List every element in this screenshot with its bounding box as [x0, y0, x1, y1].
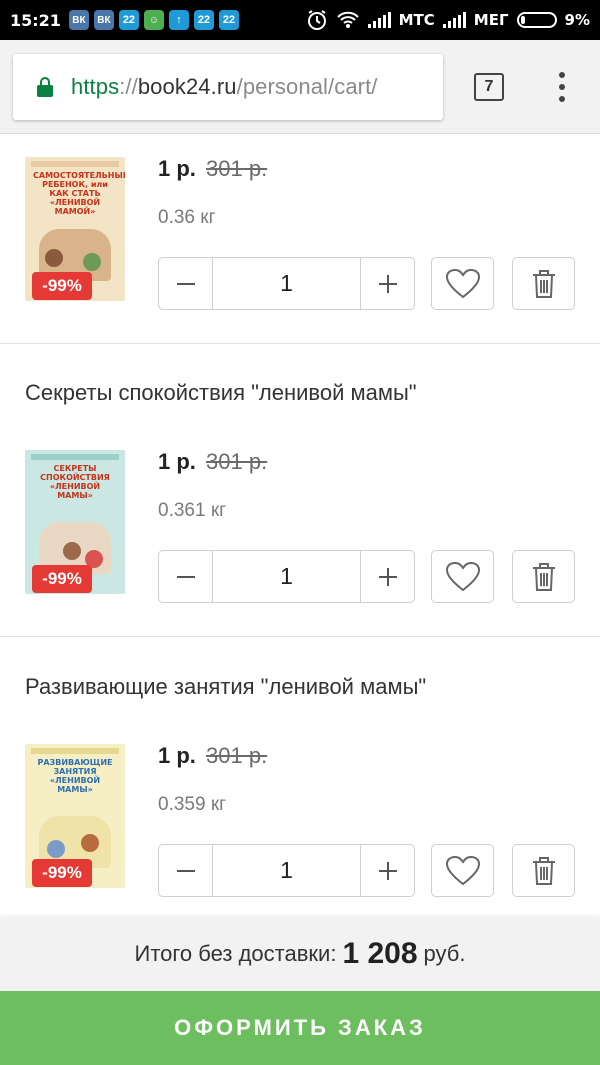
quantity-input[interactable]: 1: [212, 845, 361, 896]
wifi-icon: [336, 11, 359, 28]
battery-percent: 9%: [564, 11, 590, 29]
price: 1 р. 301 р.: [158, 449, 268, 474]
heart-icon: [445, 561, 480, 591]
item-weight: 0.361 кг: [158, 500, 227, 521]
total-amount: 1 208: [342, 937, 418, 970]
total-currency: руб.: [423, 941, 466, 966]
trash-icon: [532, 562, 555, 591]
favorite-button[interactable]: [431, 257, 494, 310]
status-bar: 15:21 ВК ВК 22 ☺ ↑ 22 22 МТС МЕГ 9%: [0, 0, 600, 40]
price: 1 р. 301 р.: [158, 156, 268, 181]
decrease-quantity-button[interactable]: [159, 258, 212, 309]
trash-icon: [532, 856, 555, 885]
vk-notification-icon: ВК: [93, 10, 114, 30]
discount-badge: -99%: [32, 272, 92, 300]
delete-button[interactable]: [512, 257, 575, 310]
delete-button[interactable]: [512, 844, 575, 897]
calendar-notification-icon: 22: [218, 10, 239, 30]
favorite-button[interactable]: [431, 550, 494, 603]
decrease-quantity-button[interactable]: [159, 845, 212, 896]
quantity-input[interactable]: 1: [212, 551, 361, 602]
delete-button[interactable]: [512, 550, 575, 603]
quantity-stepper: 1: [158, 844, 415, 897]
favorite-button[interactable]: [431, 844, 494, 897]
order-total: Итого без доставки: 1 208 руб.: [0, 917, 600, 991]
quantity-stepper: 1: [158, 257, 415, 310]
android-notification-icon: ☺: [143, 10, 164, 30]
tabs-button[interactable]: 7: [474, 73, 504, 101]
old-price: 301 р.: [206, 156, 268, 181]
quantity-input[interactable]: 1: [212, 258, 361, 309]
increase-quantity-button[interactable]: [361, 258, 414, 309]
price: 1 р. 301 р.: [158, 743, 268, 768]
cart-item: САМОСТОЯТЕЛЬНЫЙ РЕБЕНОК, или КАК СТАТЬ «…: [0, 134, 600, 344]
address-bar[interactable]: https://book24.ru/personal/cart/: [13, 54, 443, 120]
increase-quantity-button[interactable]: [361, 551, 414, 602]
cart-item: Секреты спокойствия "ленивой мамы" СЕКРЕ…: [0, 344, 600, 637]
notification-icons: ВК ВК 22 ☺ ↑ 22 22: [68, 10, 239, 30]
battery-icon: [516, 12, 557, 28]
book-title[interactable]: Секреты спокойствия "ленивой мамы": [25, 380, 417, 406]
lock-icon: [37, 77, 53, 97]
trash-icon: [532, 269, 555, 298]
increase-quantity-button[interactable]: [361, 845, 414, 896]
upload-notification-icon: ↑: [168, 10, 189, 30]
status-time: 15:21: [10, 10, 61, 30]
calendar-notification-icon: 22: [193, 10, 214, 30]
discount-badge: -99%: [32, 859, 92, 887]
checkout-button[interactable]: ОФОРМИТЬ ЗАКАЗ: [0, 991, 600, 1065]
book-cover-text: САМОСТОЯТЕЛЬНЫЙ РЕБЕНОК, или КАК СТАТЬ «…: [33, 171, 125, 216]
vk-notification-icon: ВК: [68, 10, 89, 30]
book-title[interactable]: Развивающие занятия "ленивой мамы": [25, 674, 426, 700]
cart-list: САМОСТОЯТЕЛЬНЫЙ РЕБЕНОК, или КАК СТАТЬ «…: [0, 134, 600, 937]
carrier-name: МЕГ: [473, 11, 509, 29]
more-menu-icon[interactable]: [556, 72, 568, 102]
decrease-quantity-button[interactable]: [159, 551, 212, 602]
old-price: 301 р.: [206, 449, 268, 474]
discount-badge: -99%: [32, 565, 92, 593]
item-weight: 0.36 кг: [158, 207, 216, 228]
book-cover-text: РАЗВИВАЮЩИЕ ЗАНЯТИЯ «ЛЕНИВОЙ МАМЫ»: [37, 758, 113, 794]
item-weight: 0.359 кг: [158, 794, 227, 815]
alarm-icon: [307, 10, 326, 30]
book-cover-text: СЕКРЕТЫ СПОКОЙСТВИЯ «ЛЕНИВОЙ МАМЫ»: [40, 464, 110, 500]
heart-icon: [445, 855, 480, 885]
total-label: Итого без доставки:: [134, 941, 337, 966]
cart-item: Развивающие занятия "ленивой мамы" РАЗВИ…: [0, 637, 600, 937]
old-price: 301 р.: [206, 743, 268, 768]
heart-icon: [445, 268, 480, 298]
signal-icon: [367, 12, 391, 28]
url-text[interactable]: https://book24.ru/personal/cart/: [71, 74, 378, 100]
signal-icon: [442, 12, 466, 28]
browser-toolbar: https://book24.ru/personal/cart/ 7: [0, 40, 600, 134]
carrier-name: МТС: [398, 11, 435, 29]
quantity-stepper: 1: [158, 550, 415, 603]
calendar-notification-icon: 22: [118, 10, 139, 30]
